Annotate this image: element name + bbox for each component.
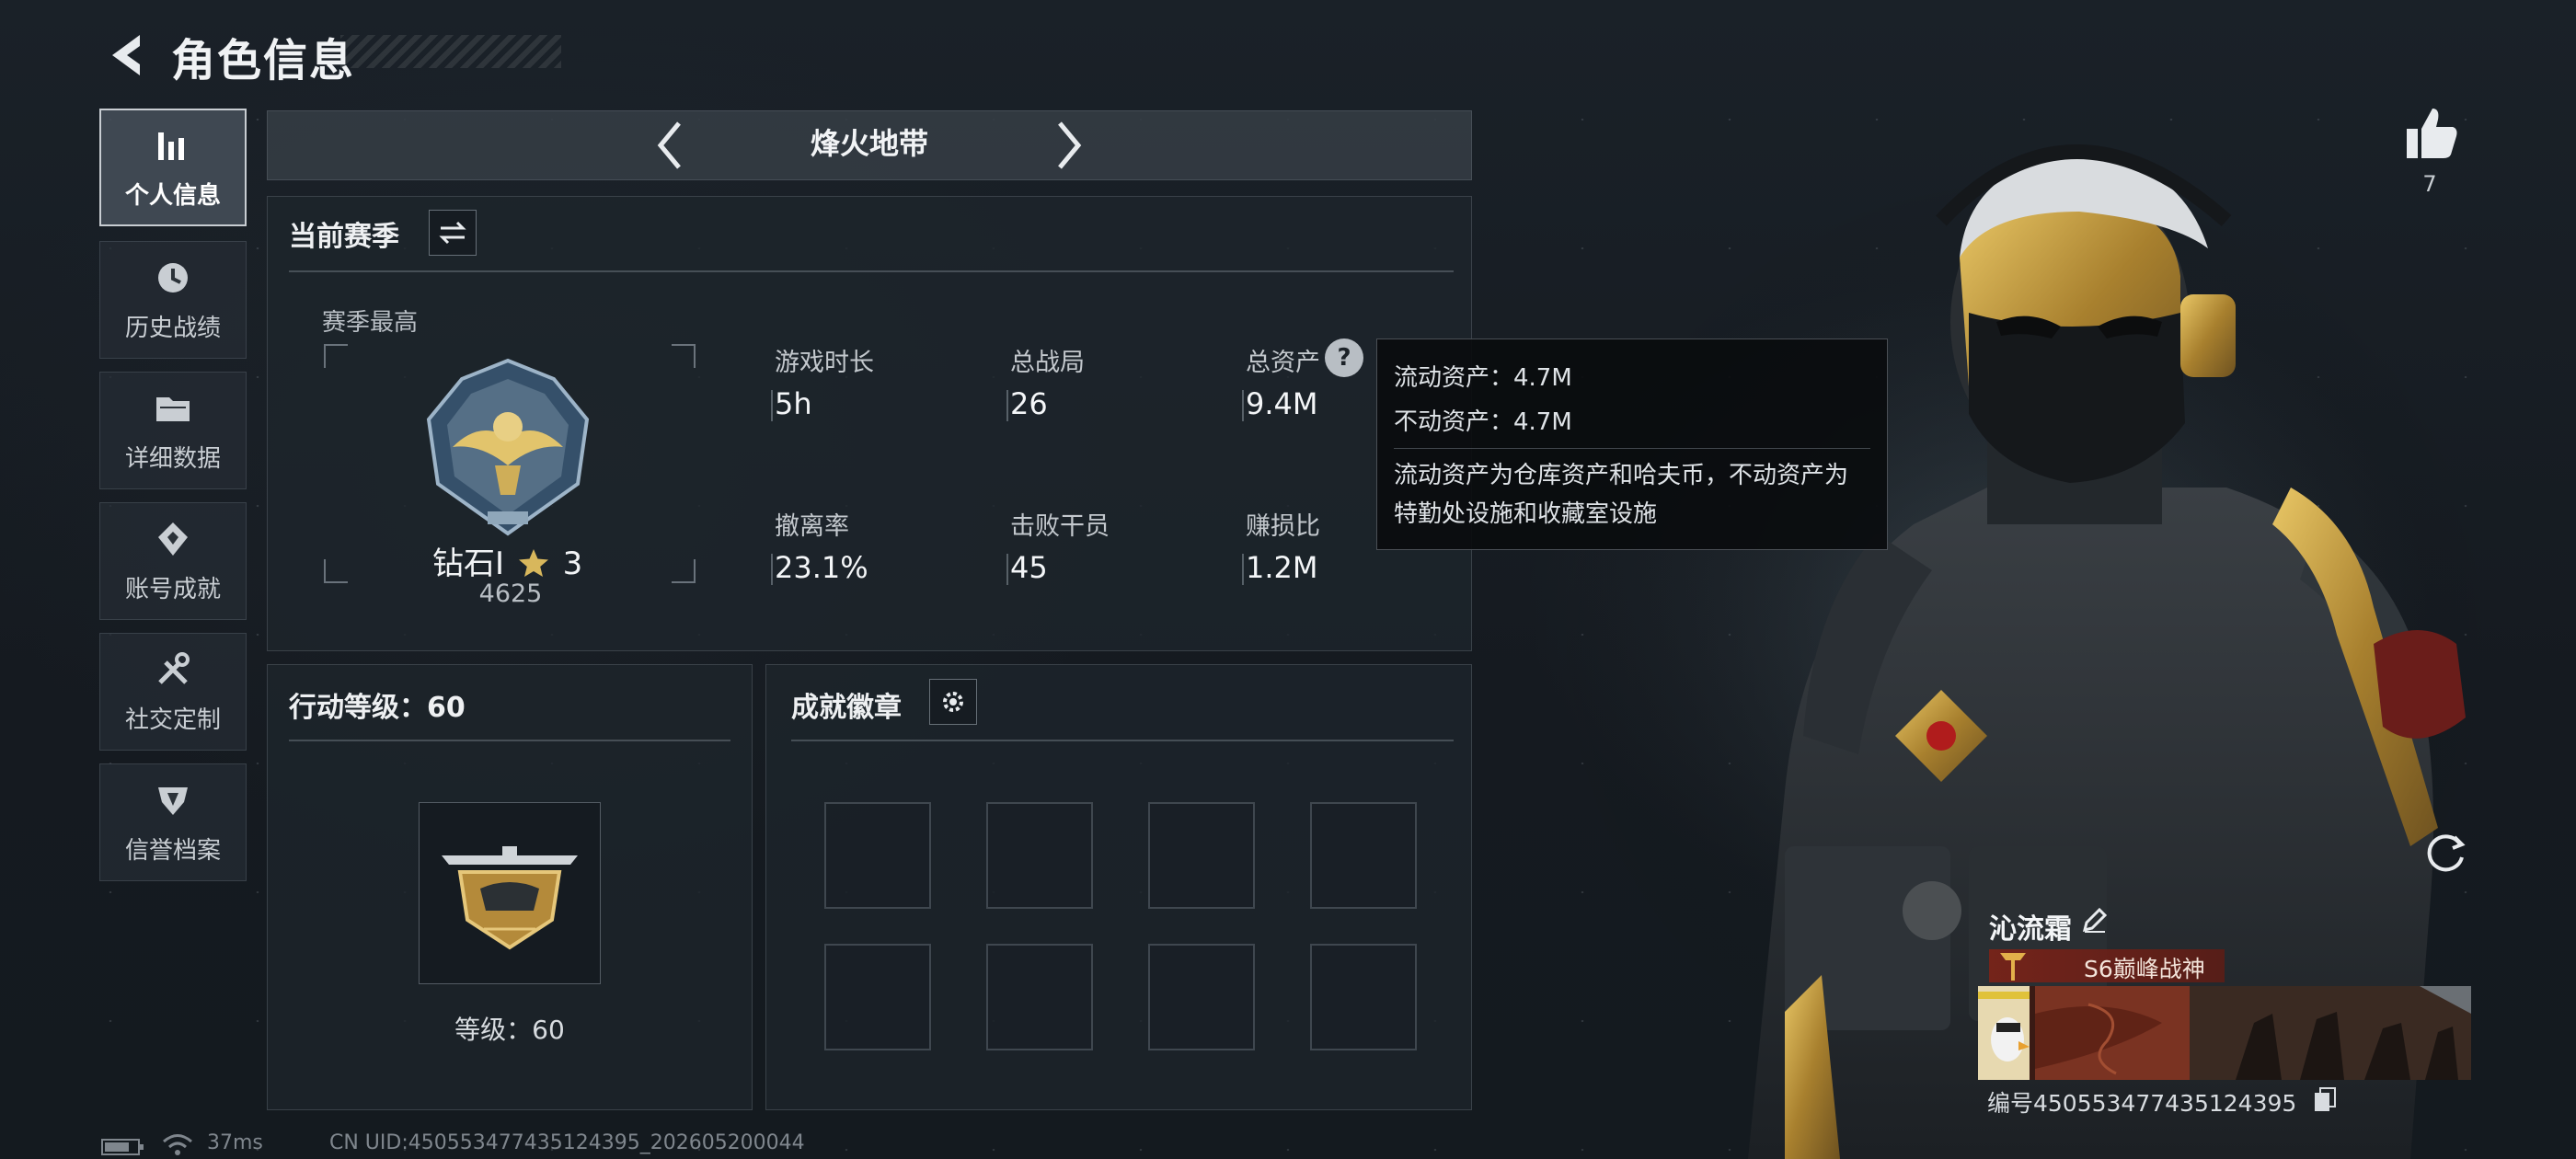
player-namecard[interactable] bbox=[1978, 986, 2471, 1080]
uid-text: CN UID:450553477435124395_202605200044 bbox=[329, 1131, 805, 1154]
sidebar-item-detail-data[interactable]: 详细数据 bbox=[99, 372, 247, 489]
frame-corner bbox=[324, 344, 348, 368]
stat-label: 游戏时长 bbox=[775, 349, 874, 377]
sidebar-item-label: 详细数据 bbox=[124, 444, 221, 473]
title-emblem-icon bbox=[2000, 953, 2026, 981]
tools-icon bbox=[158, 651, 190, 684]
badge-slot[interactable] bbox=[1148, 802, 1255, 909]
sidebar-item-label: 社交定制 bbox=[124, 706, 221, 734]
stat-divider bbox=[1242, 554, 1244, 585]
help-question-icon[interactable]: ? bbox=[1325, 339, 1363, 377]
sidebar-item-personal-info[interactable]: 个人信息 bbox=[99, 109, 247, 226]
folder-icon bbox=[156, 396, 190, 421]
action-level-title: 行动等级：60 bbox=[289, 692, 466, 724]
bar-chart-icon bbox=[158, 132, 184, 160]
stat-value: 26 bbox=[1010, 386, 1048, 421]
tooltip-description: 流动资产为仓库资产和哈夫币，不动资产为特勤处设施和收藏室设施 bbox=[1394, 462, 1849, 528]
badge-slot[interactable] bbox=[1310, 944, 1417, 1050]
stat-label: 撤离率 bbox=[775, 512, 849, 541]
edit-pencil-icon[interactable] bbox=[2081, 906, 2109, 934]
wifi-icon bbox=[163, 1134, 192, 1155]
badge-slot[interactable] bbox=[1310, 802, 1417, 909]
back-arrow-icon[interactable] bbox=[99, 28, 155, 83]
divider bbox=[791, 740, 1454, 741]
frame-corner bbox=[672, 344, 696, 368]
player-title: S6巅峰战神 bbox=[2084, 956, 2205, 982]
badge-slot[interactable] bbox=[824, 802, 931, 909]
rank-name: 钻石I bbox=[432, 545, 505, 582]
battery-icon bbox=[101, 1139, 144, 1155]
divider bbox=[289, 270, 1454, 272]
like-count: 7 bbox=[2422, 171, 2437, 197]
stat-divider bbox=[771, 554, 773, 585]
stat-label: 击败干员 bbox=[1010, 512, 1110, 541]
sidebar-item-credit-record[interactable]: 信誉档案 bbox=[99, 763, 247, 881]
stat-value: 9.4M bbox=[1246, 386, 1318, 421]
badges-title: 成就徽章 bbox=[791, 692, 902, 724]
badge-slot[interactable] bbox=[986, 944, 1093, 1050]
helicopter-level-emblem bbox=[442, 846, 578, 950]
badge-slot[interactable] bbox=[824, 944, 931, 1050]
chevron-left-icon bbox=[657, 121, 681, 169]
swap-icon bbox=[439, 221, 466, 245]
stat-label: 总战局 bbox=[1010, 349, 1085, 377]
frame-corner bbox=[324, 559, 348, 583]
frame-corner bbox=[672, 559, 696, 583]
chevron-right-icon bbox=[1058, 121, 1082, 169]
stat-label: 总资产 bbox=[1246, 349, 1320, 377]
badge-slot[interactable] bbox=[1148, 944, 1255, 1050]
mode-title: 烽火地带 bbox=[810, 126, 928, 161]
level-text: 等级：60 bbox=[454, 1015, 565, 1045]
badge-slot[interactable] bbox=[986, 802, 1093, 909]
stat-value: 45 bbox=[1010, 550, 1048, 585]
stat-divider bbox=[771, 390, 773, 421]
season-title: 当前赛季 bbox=[289, 221, 399, 253]
ping-value: 37ms bbox=[207, 1131, 263, 1154]
rank-stars: 3 bbox=[562, 545, 583, 582]
player-id: 编号450553477435124395 bbox=[1987, 1090, 2297, 1117]
sidebar-item-label: 个人信息 bbox=[124, 181, 221, 210]
assets-tooltip: 流动资产：4.7M 不动资产：4.7M 流动资产为仓库资产和哈夫币，不动资产为特… bbox=[1376, 339, 1888, 550]
copy-icon[interactable] bbox=[2313, 1087, 2337, 1113]
stat-divider bbox=[1006, 390, 1008, 421]
sidebar-item-label: 历史战绩 bbox=[124, 314, 221, 342]
divider bbox=[289, 740, 730, 741]
sidebar-item-social-custom[interactable]: 社交定制 bbox=[99, 633, 247, 751]
tooltip-liquid-assets: 流动资产：4.7M bbox=[1394, 364, 1572, 392]
achievement-icon bbox=[158, 522, 188, 556]
history-clock-icon bbox=[158, 262, 188, 293]
tooltip-fixed-assets: 不动资产：4.7M bbox=[1394, 408, 1572, 436]
sidebar-item-label: 账号成就 bbox=[124, 575, 221, 603]
sidebar-item-history[interactable]: 历史战绩 bbox=[99, 241, 247, 359]
mode-prev-button[interactable] bbox=[642, 112, 697, 178]
tooltip-divider bbox=[1394, 448, 1870, 449]
sidebar-item-achievements[interactable]: 账号成就 bbox=[99, 502, 247, 620]
stat-value: 1.2M bbox=[1246, 550, 1318, 585]
mode-next-button[interactable] bbox=[1041, 112, 1097, 178]
star-icon bbox=[518, 549, 548, 577]
credit-badge-icon bbox=[158, 786, 188, 815]
rank-score: 4625 bbox=[478, 580, 543, 608]
thumbs-up-icon[interactable] bbox=[2398, 101, 2462, 166]
badges-settings-button[interactable] bbox=[929, 679, 977, 725]
season-best-label: 赛季最高 bbox=[322, 309, 419, 337]
rotate-icon[interactable] bbox=[2420, 826, 2471, 878]
rank-name-row: 钻石I 3 bbox=[432, 538, 582, 583]
stat-value: 23.1% bbox=[775, 550, 868, 585]
stat-value: 5h bbox=[775, 386, 812, 421]
season-switch-button[interactable] bbox=[429, 210, 477, 256]
stat-divider bbox=[1242, 390, 1244, 421]
diamond-rank-emblem bbox=[426, 358, 590, 536]
player-name: 沁流霜 bbox=[1989, 913, 2072, 946]
stat-label: 赚损比 bbox=[1246, 512, 1320, 541]
gear-icon bbox=[943, 692, 963, 712]
sidebar-item-label: 信誉档案 bbox=[124, 836, 221, 865]
stat-divider bbox=[1006, 554, 1008, 585]
title-decoration bbox=[340, 35, 561, 68]
page-title: 角色信息 bbox=[171, 35, 356, 86]
